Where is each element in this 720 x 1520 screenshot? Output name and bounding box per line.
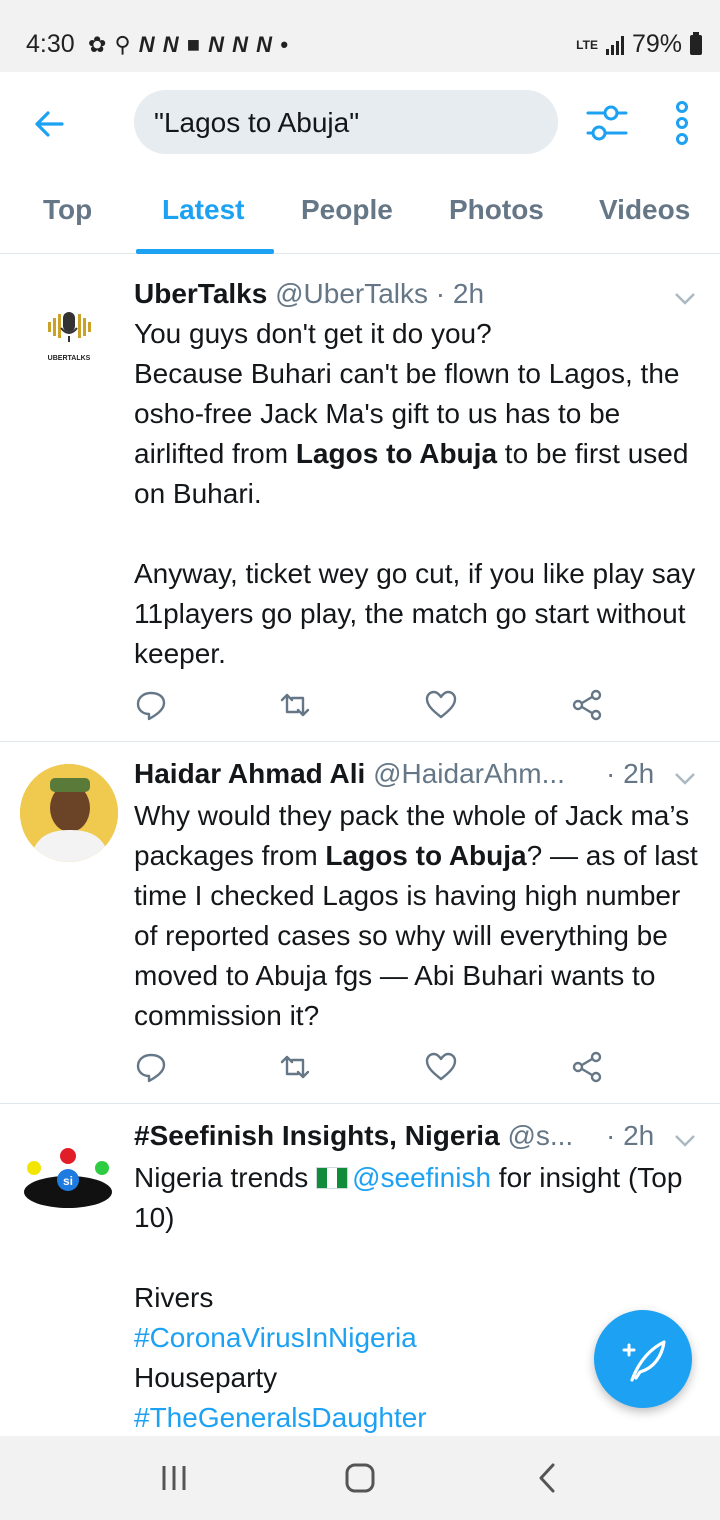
tweet-text: You guys don't get it do you? Because Bu… <box>134 314 704 674</box>
avatar-logo-text: si <box>63 1174 73 1188</box>
tweet-header: Haidar Ahmad Ali @HaidarAhm... <box>134 758 565 790</box>
battery-percent: 79% <box>631 30 682 58</box>
tab-top[interactable]: Top <box>43 194 92 226</box>
author-name[interactable]: #Seefinish Insights, Nigeria <box>134 1120 500 1151</box>
tab-photos[interactable]: Photos <box>449 194 544 226</box>
hashtag-link[interactable]: #TheGeneralsDaughter <box>134 1402 427 1433</box>
avatar[interactable] <box>20 764 118 862</box>
tab-latest[interactable]: Latest <box>162 194 244 226</box>
avatar-logo-text: UBERTALKS <box>48 355 91 362</box>
search-highlight: Lagos to Abuja <box>295 438 498 469</box>
battery-icon <box>690 31 702 55</box>
status-bar: 4:30 ✿ ⚲ N N ■ N N N • LTE 79% <box>0 0 720 72</box>
nigeria-flag-icon <box>316 1167 349 1189</box>
status-time: 4:30 <box>26 30 75 58</box>
tweet-text-part: Nigeria trends <box>134 1162 317 1193</box>
chevron-down-icon[interactable] <box>674 292 696 306</box>
active-tab-indicator <box>136 249 274 254</box>
lte-icon: LTE <box>576 37 598 52</box>
author-handle: @HaidarAhm... <box>373 758 565 789</box>
tweet[interactable]: UBERTALKS UberTalks @UberTalks · 2h You … <box>0 262 720 742</box>
more-options-icon[interactable] <box>664 98 700 148</box>
tweet-header: UberTalks @UberTalks · 2h <box>134 278 484 310</box>
back-nav-icon[interactable] <box>528 1458 568 1498</box>
tweet-text: Why would they pack the whole of Jack ma… <box>134 796 704 1036</box>
retweet-icon[interactable] <box>278 688 312 722</box>
tweet-header: #Seefinish Insights, Nigeria @s... <box>134 1120 573 1152</box>
filter-sliders-icon[interactable] <box>584 100 630 146</box>
home-icon[interactable] <box>340 1458 380 1498</box>
reply-icon[interactable] <box>134 1050 168 1084</box>
signal-icon <box>605 35 624 55</box>
chevron-down-icon[interactable] <box>674 772 696 786</box>
author-name[interactable]: Haidar Ahmad Ali <box>134 758 365 789</box>
recent-apps-icon[interactable] <box>154 1458 194 1498</box>
search-highlight: Lagos to Abuja <box>325 840 527 871</box>
share-icon[interactable] <box>570 1050 604 1084</box>
status-right: LTE 79% <box>576 30 702 59</box>
search-tabs: Top Latest People Photos Videos <box>0 176 720 254</box>
retweet-icon[interactable] <box>278 1050 312 1084</box>
avatar[interactable]: UBERTALKS <box>20 278 118 376</box>
search-header: "Lagos to Abuja" <box>0 72 720 176</box>
trend-item: Houseparty <box>134 1362 278 1393</box>
author-handle: @s... <box>507 1120 574 1151</box>
tweet-time: · 2h <box>435 278 485 309</box>
like-heart-icon[interactable] <box>424 1050 458 1084</box>
tweet-time: · 2h <box>606 758 655 789</box>
tweet-actions <box>134 1050 614 1086</box>
tweet-actions <box>134 688 614 724</box>
tweet[interactable]: Haidar Ahmad Ali @HaidarAhm... · 2h Why … <box>0 742 720 1104</box>
author-name[interactable]: UberTalks <box>134 278 267 309</box>
avatar[interactable]: si <box>20 1122 118 1220</box>
notification-icons: ✿ ⚲ N N ■ N N N • <box>88 32 289 57</box>
tab-videos[interactable]: Videos <box>599 194 690 226</box>
compose-feather-icon <box>622 1340 666 1382</box>
compose-tweet-button[interactable] <box>594 1310 692 1408</box>
tweet-text-part: to be first used on Buhari. Anyway, tick… <box>134 438 696 669</box>
like-heart-icon[interactable] <box>424 688 458 722</box>
mention-link[interactable]: @seefinish <box>352 1162 491 1193</box>
tab-people[interactable]: People <box>301 194 393 226</box>
share-icon[interactable] <box>570 688 604 722</box>
search-query: "Lagos to Abuja" <box>154 107 360 138</box>
chevron-down-icon[interactable] <box>674 1134 696 1148</box>
back-arrow-icon[interactable] <box>28 102 72 146</box>
search-input[interactable]: "Lagos to Abuja" <box>134 90 558 154</box>
tweet-time: · 2h <box>606 1120 655 1151</box>
system-nav-bar <box>0 1436 720 1520</box>
reply-icon[interactable] <box>134 688 168 722</box>
author-handle: @UberTalks <box>275 278 429 309</box>
hashtag-link[interactable]: #CoronaVirusInNigeria <box>134 1322 417 1353</box>
